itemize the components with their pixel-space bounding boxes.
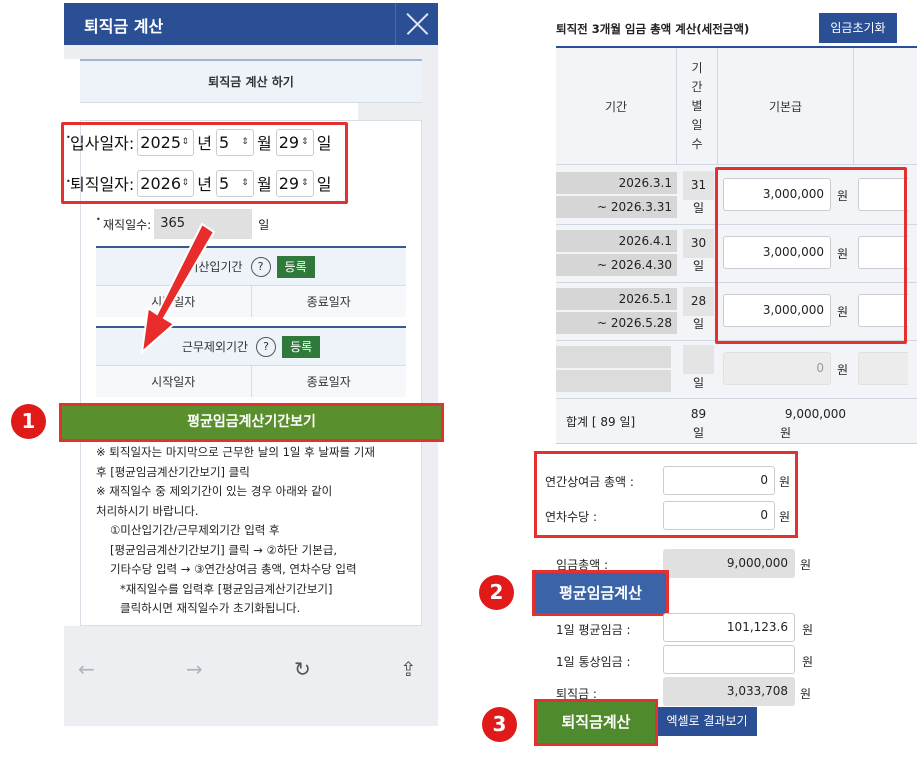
severance-value: 3,033,708 — [663, 677, 795, 706]
total-amount: 9,000,000 — [784, 407, 846, 421]
won-unit: 원 — [800, 687, 812, 701]
won-unit: 원 — [779, 475, 791, 489]
date-highlight-box — [61, 122, 348, 204]
won-unit: 원 — [837, 363, 849, 377]
won-unit: 원 — [800, 558, 812, 572]
daily-ordinary-input[interactable] — [663, 645, 795, 674]
excluded-start-date[interactable]: 시작일자 — [96, 366, 251, 397]
daily-ordinary-label: 1일 통상임금 : — [556, 655, 631, 669]
row3-day-unit: 일 — [692, 317, 705, 331]
reload-icon[interactable]: ↻ — [294, 657, 311, 681]
total-days: 89 일 — [690, 407, 707, 440]
close-icon[interactable] — [395, 3, 438, 45]
avg-period-view-button[interactable]: 평균임금계산기간보기 — [59, 403, 444, 442]
row4-base-pay-input[interactable]: 0 — [723, 352, 831, 385]
row4-end — [556, 370, 671, 392]
unpaid-end-date[interactable]: 종료일자 — [250, 286, 407, 317]
share-icon[interactable]: ⇪ — [400, 657, 417, 681]
won-unit: 원 — [802, 655, 814, 669]
severance-calc-button[interactable]: 퇴직금계산 — [534, 699, 658, 746]
excluded-end-date[interactable]: 종료일자 — [250, 366, 407, 397]
annual-bonus-label: 연간상여금 총액 : — [545, 475, 634, 489]
annual-leave-input[interactable]: 0 — [663, 501, 775, 530]
screenshot-root: 퇴직금 계산 퇴직금 계산 하기 • 입사일자: 2025 ⇕ 년 5 ⇕ 월 29… — [0, 0, 917, 760]
row1-start: 2026.3.1 — [556, 172, 677, 194]
row3-end: ~ 2026.5.28 — [556, 312, 677, 334]
row2-days: 30 — [683, 229, 714, 258]
note-line: 처리하시기 바랍니다. — [96, 503, 199, 518]
row4-day-unit: 일 — [692, 376, 705, 390]
annual-leave-label: 연차수당 : — [545, 510, 598, 524]
unpaid-register-button[interactable]: 등록 — [276, 255, 315, 278]
note-line: 클릭하시면 재직일수가 초기화됩니다. — [120, 601, 301, 615]
modal-title: 퇴직금 계산 — [84, 17, 164, 36]
step-badge-3: 3 — [482, 707, 517, 742]
header-base-pay: 기본급 — [718, 48, 854, 165]
row4-extra-input[interactable] — [858, 352, 908, 385]
back-icon[interactable]: ← — [78, 657, 95, 681]
annual-bonus-input[interactable]: 0 — [663, 466, 775, 495]
forward-icon[interactable]: → — [186, 657, 203, 681]
row3-days: 28 — [683, 287, 714, 316]
step-badge-1: 1 — [11, 404, 46, 439]
wage-reset-button[interactable]: 임금초기화 — [819, 13, 897, 43]
daily-avg-label: 1일 평균임금 : — [556, 623, 631, 637]
bullet-icon: • — [96, 215, 101, 224]
note-line: ①미산입기간/근무제외기간 입력 후 — [110, 523, 280, 537]
note-line: [평균임금계산기간보기] 클릭 → ②하단 기본급, — [110, 542, 338, 557]
note-line: ※ 재직일수 중 제외기간이 있는 경우 아래와 같이 — [96, 484, 333, 498]
row1-day-unit: 일 — [692, 201, 705, 215]
row1-days: 31 — [683, 171, 714, 200]
work-days-unit: 일 — [258, 217, 270, 232]
header-period: 기간 — [556, 48, 677, 165]
excel-result-button[interactable]: 엑셀로 결과보기 — [657, 707, 757, 736]
daily-avg-value[interactable]: 101,123.6 — [663, 613, 795, 642]
notes-text: ※ 퇴직일자는 마지막으로 근무한 날의 1일 후 날짜를 기재 후 [평균임금… — [96, 443, 402, 619]
won-unit: 원 — [802, 623, 814, 637]
help-icon[interactable]: ? — [250, 256, 271, 277]
note-line: 후 [평균임금계산기간보기] 클릭 — [96, 464, 250, 479]
wage-total-value: 9,000,000 — [663, 549, 795, 578]
wage-section-title: 퇴직전 3개월 임금 총액 계산(세전금액) — [556, 22, 750, 36]
header-days: 기 간 별 일 수 — [677, 48, 718, 165]
section-subtitle: 퇴직금 계산 하기 — [80, 59, 422, 103]
row2-end: ~ 2026.4.30 — [556, 254, 677, 276]
excluded-period-columns: 시작일자 종료일자 — [96, 365, 406, 397]
row4-start — [556, 346, 671, 368]
avg-wage-calc-button[interactable]: 평균임금계산 — [532, 570, 669, 616]
row2-day-unit: 일 — [692, 259, 705, 273]
row1-end: ~ 2026.3.31 — [556, 196, 677, 218]
step-badge-2: 2 — [479, 575, 514, 610]
modal-header: 퇴직금 계산 — [64, 3, 438, 45]
base-pay-highlight-box — [715, 167, 907, 344]
row2-start: 2026.4.1 — [556, 230, 677, 252]
row3-start: 2026.5.1 — [556, 288, 677, 310]
row4-days — [683, 345, 714, 374]
help-icon[interactable]: ? — [256, 336, 277, 357]
note-line: 기타수당 입력 → ③연간상여금 총액, 연차수당 입력 — [110, 562, 357, 576]
note-line: ※ 퇴직일자는 마지막으로 근무한 날의 1일 후 날짜를 기재 — [96, 445, 375, 459]
red-arrow-icon — [140, 222, 216, 355]
excluded-register-button[interactable]: 등록 — [282, 335, 321, 358]
won-unit: 원 — [779, 510, 791, 524]
total-label: 합계 [ 89 일] — [566, 415, 636, 429]
note-line: *재직일수를 입력후 [평균임금계산기간보기] — [120, 581, 333, 596]
header-cut-column — [854, 48, 917, 165]
browser-nav-bar: ← → ↻ ⇪ — [64, 645, 438, 695]
won-unit: 원 — [780, 426, 792, 440]
